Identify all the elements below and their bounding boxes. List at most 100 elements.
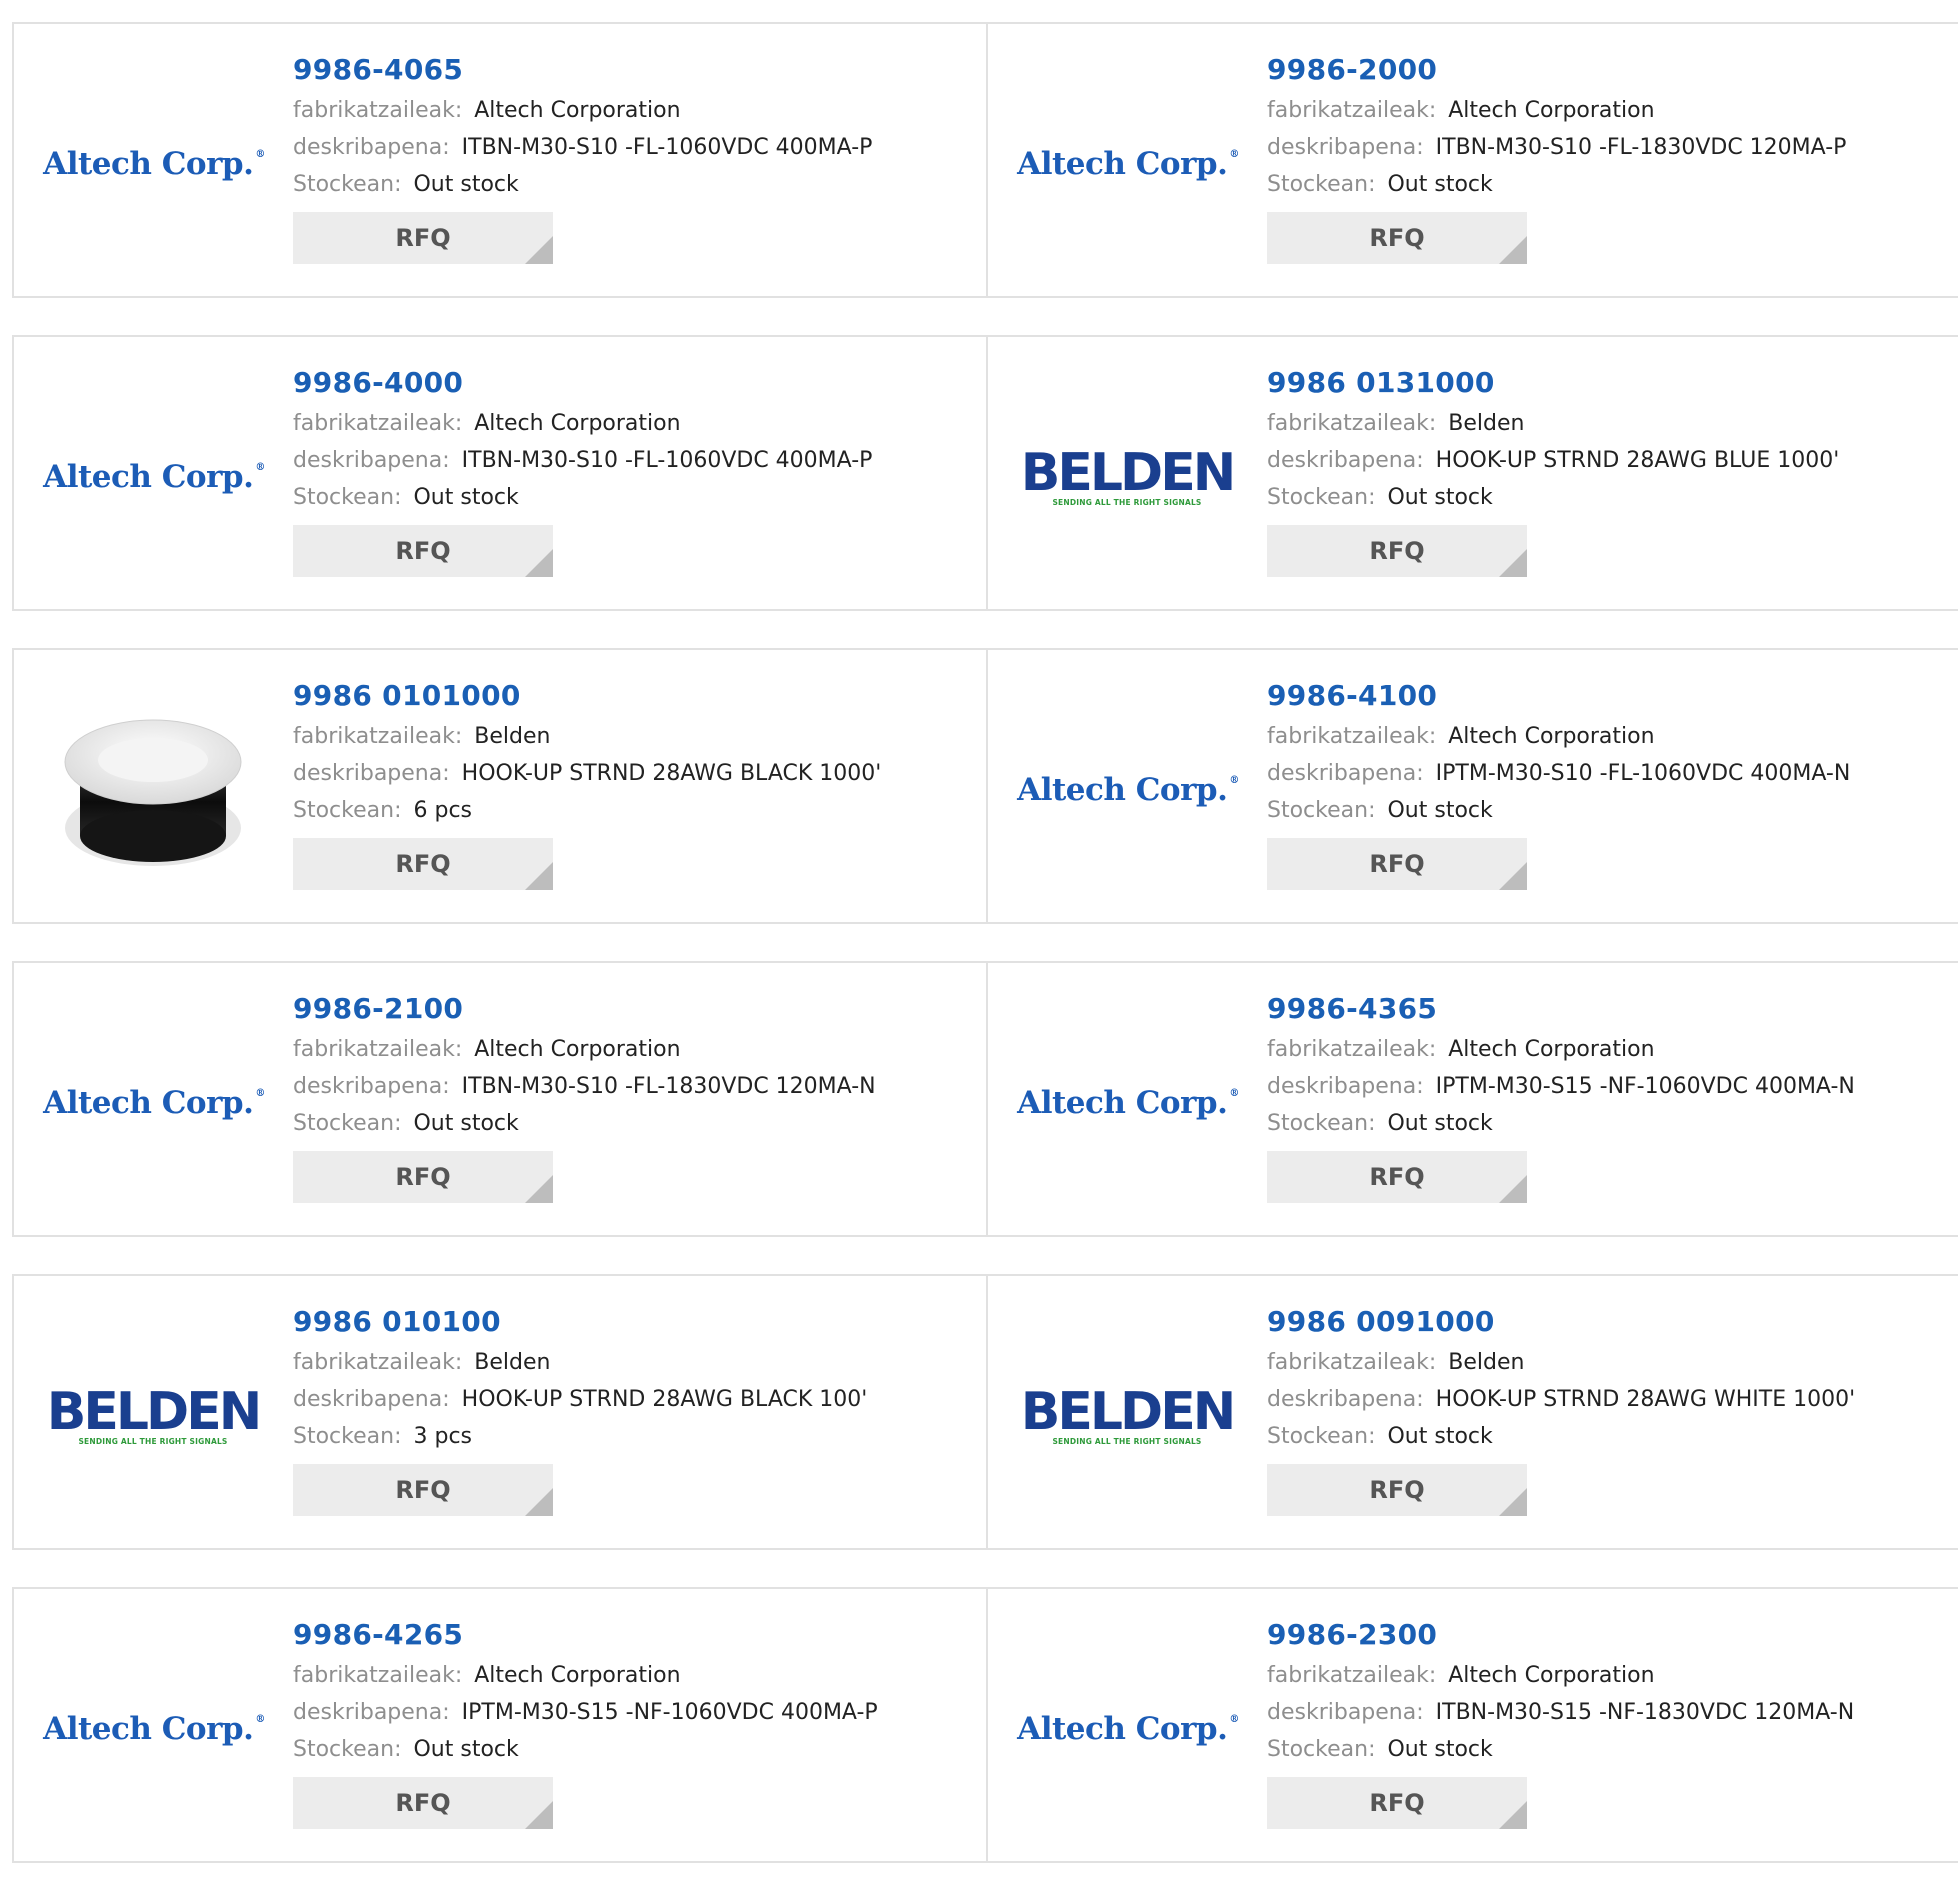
rfq-button[interactable]: RFQ <box>293 525 553 577</box>
rfq-button[interactable]: RFQ <box>293 212 553 264</box>
part-number-link[interactable]: 9986 0101000 <box>293 676 881 718</box>
corner-triangle-icon <box>525 1175 553 1203</box>
rfq-button-label: RFQ <box>1369 1476 1425 1504</box>
product-thumbnail[interactable] <box>50 710 256 870</box>
product-row: Altech Corp. ® 9986-4065 fabrikatzaileak:… <box>12 22 1958 298</box>
product-card: BELDEN SENDING ALL THE RIGHT SIGNALS 998… <box>986 1276 1958 1548</box>
product-thumbnail[interactable]: Altech Corp. ® <box>1017 1023 1239 1183</box>
stock-value: Out stock <box>413 172 519 197</box>
stock-label: Stockean: <box>293 485 402 510</box>
corner-triangle-icon <box>525 1801 553 1829</box>
product-row: Altech Corp. ® 9986-4000 fabrikatzaileak:… <box>12 335 1958 611</box>
part-number-link[interactable]: 9986 010100 <box>293 1302 867 1344</box>
manufacturer-value: Altech Corporation <box>1448 724 1655 749</box>
product-info: 9986 0131000 fabrikatzaileak: Belden desk… <box>1267 363 1839 577</box>
part-number-link[interactable]: 9986 0131000 <box>1267 363 1839 405</box>
rfq-button[interactable]: RFQ <box>1267 838 1527 890</box>
stock-row: Stockean: 3 pcs <box>293 1418 867 1455</box>
altech-logo: Altech Corp. ® <box>1017 1711 1239 1747</box>
product-card: Altech Corp. ® 9986-2300 fabrikatzaileak:… <box>986 1589 1958 1861</box>
manufacturer-row: fabrikatzaileak: Altech Corporation <box>1267 92 1846 129</box>
manufacturer-value: Altech Corporation <box>474 98 681 123</box>
part-number-link[interactable]: 9986-4065 <box>293 50 872 92</box>
rfq-button[interactable]: RFQ <box>293 1777 553 1829</box>
part-number-link[interactable]: 9986-4100 <box>1267 676 1850 718</box>
stock-label: Stockean: <box>1267 798 1376 823</box>
product-thumbnail[interactable]: Altech Corp. ® <box>43 84 265 244</box>
description-row: deskribapena: HOOK-UP STRND 28AWG BLACK 1… <box>293 755 881 792</box>
rfq-button[interactable]: RFQ <box>293 838 553 890</box>
manufacturer-value: Belden <box>474 724 551 749</box>
description-value: IPTM-M30-S15 -NF-1060VDC 400MA-N <box>1435 1074 1855 1099</box>
product-info: 9986-4065 fabrikatzaileak: Altech Corpora… <box>293 50 872 264</box>
description-value: ITBN-M30-S10 -FL-1060VDC 400MA-P <box>461 448 873 473</box>
stock-label: Stockean: <box>1267 485 1376 510</box>
part-number-link[interactable]: 9986-2000 <box>1267 50 1846 92</box>
stock-label: Stockean: <box>1267 1111 1376 1136</box>
manufacturer-value: Altech Corporation <box>1448 1037 1655 1062</box>
part-number-link[interactable]: 9986-4000 <box>293 363 872 405</box>
stock-label: Stockean: <box>293 172 402 197</box>
product-thumbnail[interactable]: BELDEN SENDING ALL THE RIGHT SIGNALS <box>1021 397 1236 557</box>
manufacturer-value: Belden <box>474 1350 551 1375</box>
part-number-link[interactable]: 9986-4365 <box>1267 989 1855 1031</box>
stock-value: Out stock <box>1387 798 1493 823</box>
rfq-button[interactable]: RFQ <box>1267 1777 1527 1829</box>
corner-triangle-icon <box>1499 549 1527 577</box>
manufacturer-value: Altech Corporation <box>1448 98 1655 123</box>
rfq-button-label: RFQ <box>1369 1789 1425 1817</box>
product-thumbnail[interactable]: Altech Corp. ® <box>1017 1649 1239 1809</box>
product-info: 9986-4265 fabrikatzaileak: Altech Corpora… <box>293 1615 878 1829</box>
wire-spool-photo <box>64 719 242 866</box>
part-number-link[interactable]: 9986-2100 <box>293 989 876 1031</box>
manufacturer-label: fabrikatzaileak: <box>1267 1350 1437 1375</box>
manufacturer-label: fabrikatzaileak: <box>1267 724 1437 749</box>
product-thumbnail[interactable]: Altech Corp. ® <box>43 1649 265 1809</box>
stock-label: Stockean: <box>1267 1424 1376 1449</box>
corner-triangle-icon <box>1499 862 1527 890</box>
altech-logo: Altech Corp. ® <box>43 146 265 182</box>
stock-row: Stockean: Out stock <box>1267 1105 1855 1142</box>
rfq-button-label: RFQ <box>395 224 451 252</box>
product-thumbnail[interactable]: BELDEN SENDING ALL THE RIGHT SIGNALS <box>1021 1336 1236 1496</box>
rfq-button[interactable]: RFQ <box>1267 1151 1527 1203</box>
rfq-button-label: RFQ <box>1369 850 1425 878</box>
rfq-button[interactable]: RFQ <box>293 1464 553 1516</box>
part-number-link[interactable]: 9986-2300 <box>1267 1615 1854 1657</box>
rfq-button-label: RFQ <box>395 1789 451 1817</box>
description-label: deskribapena: <box>293 448 450 473</box>
rfq-button[interactable]: RFQ <box>1267 1464 1527 1516</box>
product-thumbnail[interactable]: Altech Corp. ® <box>1017 84 1239 244</box>
description-value: ITBN-M30-S15 -NF-1830VDC 120MA-N <box>1435 1700 1855 1725</box>
description-row: deskribapena: HOOK-UP STRND 28AWG BLUE 10… <box>1267 442 1839 479</box>
belden-logo: BELDEN SENDING ALL THE RIGHT SIGNALS <box>1020 1381 1236 1446</box>
manufacturer-label: fabrikatzaileak: <box>1267 1663 1437 1688</box>
stock-value: Out stock <box>1387 1737 1493 1762</box>
product-thumbnail[interactable]: Altech Corp. ® <box>1017 710 1239 870</box>
part-number-link[interactable]: 9986 0091000 <box>1267 1302 1855 1344</box>
description-label: deskribapena: <box>1267 1387 1424 1412</box>
product-thumbnail[interactable]: Altech Corp. ® <box>43 1023 265 1183</box>
stock-value: Out stock <box>1387 485 1493 510</box>
rfq-button[interactable]: RFQ <box>1267 212 1527 264</box>
product-card: Altech Corp. ® 9986-4365 fabrikatzaileak:… <box>986 963 1958 1235</box>
rfq-button[interactable]: RFQ <box>1267 525 1527 577</box>
product-row: BELDEN SENDING ALL THE RIGHT SIGNALS 998… <box>12 1274 1958 1550</box>
rfq-button-label: RFQ <box>395 537 451 565</box>
rfq-button[interactable]: RFQ <box>293 1151 553 1203</box>
product-card: Altech Corp. ® 9986-4265 fabrikatzaileak:… <box>14 1589 986 1861</box>
product-thumbnail[interactable]: BELDEN SENDING ALL THE RIGHT SIGNALS <box>47 1336 262 1496</box>
stock-row: Stockean: 6 pcs <box>293 792 881 829</box>
product-card: Altech Corp. ® 9986-4000 fabrikatzaileak:… <box>14 337 986 609</box>
description-row: deskribapena: HOOK-UP STRND 28AWG BLACK 1… <box>293 1381 867 1418</box>
part-number-link[interactable]: 9986-4265 <box>293 1615 878 1657</box>
belden-logo: BELDEN SENDING ALL THE RIGHT SIGNALS <box>46 1381 262 1446</box>
stock-value: Out stock <box>413 1111 519 1136</box>
altech-logo: Altech Corp. ® <box>1017 772 1239 808</box>
altech-logo: Altech Corp. ® <box>43 459 265 495</box>
altech-logo: Altech Corp. ® <box>1017 146 1239 182</box>
product-info: 9986-2100 fabrikatzaileak: Altech Corpora… <box>293 989 876 1203</box>
stock-value: Out stock <box>1387 172 1493 197</box>
manufacturer-label: fabrikatzaileak: <box>293 724 463 749</box>
product-thumbnail[interactable]: Altech Corp. ® <box>43 397 265 557</box>
